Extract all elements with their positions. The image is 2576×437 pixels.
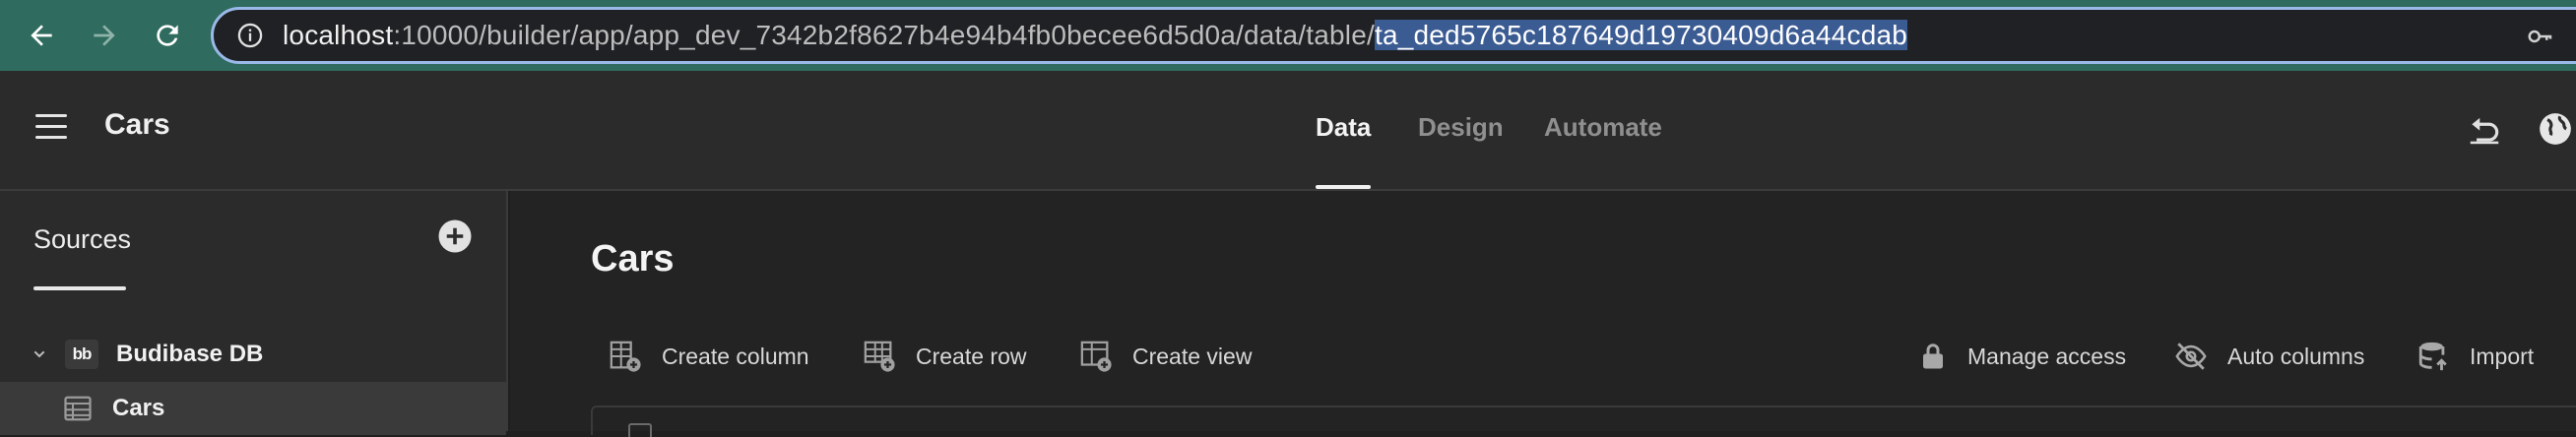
revert-icon[interactable] [2466, 110, 2503, 153]
sidebar-item-cars-table[interactable]: Cars [0, 382, 506, 435]
tab-automate[interactable]: Automate [1544, 112, 1662, 143]
create-row-button[interactable]: Create row [863, 337, 1026, 376]
url-selected-segment: ta_ded5765c187649d19730409d6a44cdab [1374, 20, 1908, 50]
app-title: Cars [104, 108, 170, 141]
chevron-down-icon [33, 350, 45, 358]
reload-icon [157, 25, 178, 46]
create-row-label: Create row [916, 343, 1027, 369]
menu-icon[interactable] [35, 114, 67, 142]
auto-columns-button[interactable]: Auto columns [2174, 337, 2364, 376]
grid-header-icon [628, 423, 652, 437]
sources-tab-indicator [33, 286, 126, 290]
eye-off-icon [2175, 343, 2207, 370]
arrow-right-icon [94, 25, 115, 46]
create-column-button[interactable]: Create column [609, 337, 809, 376]
add-source-icon[interactable] [437, 218, 473, 259]
datasource-budibase-db[interactable]: bb Budibase DB [0, 327, 506, 382]
manage-access-button[interactable]: Manage access [1918, 337, 2126, 376]
import-button[interactable]: Import [2416, 337, 2534, 376]
manage-access-label: Manage access [1967, 343, 2127, 369]
tab-design[interactable]: Design [1418, 112, 1504, 143]
page-title: Cars [591, 238, 675, 280]
table-icon [64, 396, 92, 421]
import-label: Import [2470, 343, 2535, 369]
address-bar[interactable]: localhost:10000/builder/app/app_dev_7342… [211, 7, 2576, 64]
table-label: Cars [112, 395, 165, 421]
table-add-column-icon [610, 341, 641, 372]
budibase-logo: bb [65, 340, 98, 369]
create-column-label: Create column [662, 343, 809, 369]
database-import-icon [2418, 342, 2447, 371]
create-view-label: Create view [1132, 343, 1253, 369]
url-path: :10000/builder/app/app_dev_7342b2f8627b4… [393, 20, 1375, 50]
password-key-icon[interactable] [2526, 22, 2555, 56]
table-add-view-icon [1080, 341, 1112, 372]
active-tab-indicator [1316, 185, 1371, 189]
tab-data[interactable]: Data [1316, 112, 1371, 143]
back-button[interactable] [20, 14, 63, 57]
sidebar: Sources bb Budibase DB Cars [0, 191, 508, 435]
table-add-row-icon [864, 341, 895, 372]
auto-columns-label: Auto columns [2227, 343, 2365, 369]
lock-icon [1923, 343, 1943, 369]
site-info-icon[interactable] [233, 19, 267, 52]
browser-toolbar: localhost:10000/builder/app/app_dev_7342… [0, 0, 2576, 71]
arrow-left-icon [31, 25, 52, 46]
reload-button[interactable] [146, 14, 189, 57]
url-host: localhost [283, 20, 394, 50]
datasource-label: Budibase DB [116, 341, 264, 367]
app-header: Cars Data Design Automate [0, 71, 2576, 191]
create-view-button[interactable]: Create view [1079, 337, 1252, 376]
forward-button[interactable] [83, 14, 126, 57]
url-text: localhost:10000/builder/app/app_dev_7342… [283, 20, 1908, 51]
globe-icon[interactable] [2537, 110, 2574, 153]
main-content: Cars Create column Create row Create vie… [510, 191, 2576, 437]
sources-tab[interactable]: Sources [33, 224, 131, 255]
